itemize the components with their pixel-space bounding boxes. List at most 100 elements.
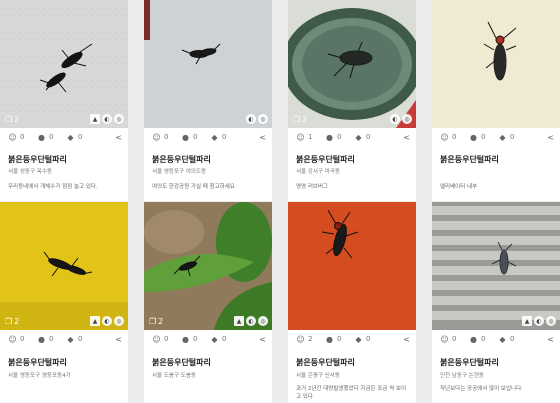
observation-card[interactable]: ▲ ◐ ◎ ☺ 0 ● 0 ◆ 0 < 붉은등우단털파리 인천 남동구 논현동 작년보다는… [432,202,560,403]
photos-icon: ❐ [149,317,157,326]
photo-badges: ◐ ◎ [390,114,412,124]
photos-icon: ❐ [293,115,301,124]
tag-stat[interactable]: ◆ 0 [498,133,527,142]
observation-card[interactable]: ☺ 2 ● 0 ◆ 0 < 붉은등우단털파리 서울 은평구 신사동 과거 2년간 대량… [288,202,416,403]
comment-icon: ● [38,334,45,344]
observation-photo[interactable]: ❐ 2 ▲ ◐ ◎ [144,202,272,330]
observation-photo[interactable] [432,0,560,128]
share-icon[interactable]: < [259,335,266,344]
user-icon: ☺ [440,132,449,142]
comment-icon: ● [470,132,477,142]
card-title[interactable]: 붉은등우단털파리 [440,154,499,165]
tag-stat[interactable]: ◆ 0 [66,133,95,142]
user-icon: ☺ [296,132,305,142]
card-location: 인천 남동구 논현동 [440,373,484,379]
observation-photo[interactable]: ❐ 2 ◐ ◎ [288,0,416,128]
card-title[interactable]: 붉은등우단털파리 [8,357,67,368]
tag-stat[interactable]: ◆ 0 [354,335,383,344]
tag-icon: ◆ [211,132,218,142]
card-location: 서울 도봉구 도봉동 [152,373,196,379]
tag-stat[interactable]: ◆ 0 [354,133,383,142]
photo-image [288,0,416,128]
observation-photo[interactable] [288,202,416,330]
tag-icon: ◆ [67,132,74,142]
share-icon[interactable]: < [403,335,410,344]
comment-stat[interactable]: ● 0 [325,133,354,142]
comment-icon: ● [182,334,189,344]
image-icon: ▲ [234,316,244,326]
comment-stat[interactable]: ● 0 [469,335,498,344]
card-location: 서울 은평구 신사동 [296,373,340,379]
user-icon: ☺ [152,132,161,142]
photo-image [432,0,560,128]
comment-stat[interactable]: ● 0 [181,133,210,142]
view-stat: ☺ 0 [8,132,25,142]
user-icon: ☺ [152,334,161,344]
moon-icon: ◐ [246,316,256,326]
tag-icon: ◆ [67,334,74,344]
card-title[interactable]: 붉은등우단털파리 [8,154,67,165]
observation-card[interactable]: ☺ 0 ● 0 ◆ 0 < 붉은등우단털파리 엘리베이터 내부 [432,0,560,201]
tag-icon: ◆ [355,334,362,344]
tag-stat[interactable]: ◆ 0 [210,133,239,142]
card-title[interactable]: 붉은등우단털파리 [296,154,355,165]
moon-icon: ◐ [390,114,400,124]
card-stats: ☺ 0 ● 0 ◆ 0 < [440,333,554,345]
observation-card[interactable]: ❐ 2 ◐ ◎ ☺ 1 ● 0 ◆ 0 < 붉은등우단털파리 서울 강서구 마곡동 영영 … [288,0,416,201]
view-stat: ☺ 1 [296,132,313,142]
comment-stat[interactable]: ● 0 [469,133,498,142]
card-title[interactable]: 붉은등우단털파리 [440,357,499,368]
photo-image [144,0,272,128]
share-icon[interactable]: < [547,133,554,142]
photos-icon: ❐ [5,115,13,124]
share-icon[interactable]: < [115,133,122,142]
comment-stat[interactable]: ● 0 [325,335,354,344]
card-location: 서울 성동구 옥수동 [8,169,52,175]
observation-photo[interactable]: ▲ ◐ ◎ [432,202,560,330]
card-stats: ☺ 0 ● 0 ◆ 0 < [152,131,266,143]
observation-card[interactable]: ◐ ◎ ☺ 0 ● 0 ◆ 0 < 붉은등우단털파리 서울 영등포구 여의도동 여의도 … [144,0,272,201]
tag-icon: ◆ [211,334,218,344]
view-stat: ☺ 0 [152,334,169,344]
tag-stat[interactable]: ◆ 0 [210,335,239,344]
card-description: 엘리베이터 내부 [440,184,478,190]
observation-card[interactable]: ❐ 2 ▲ ◐ ◎ ☺ 0 ● 0 ◆ 0 < 붉은등우단털파리 서울 영등포구 영등포동4… [0,202,128,403]
observation-photo[interactable]: ❐ 2 ▲ ◐ ◎ [0,0,128,128]
photo-badges: ▲ ◐ ◎ [522,316,556,326]
comment-stat[interactable]: ● 0 [181,335,210,344]
card-title[interactable]: 붉은등우단털파리 [152,154,211,165]
card-description: 작년보다는 공공에서 많이 보입니다. [440,386,523,392]
card-stats: ☺ 0 ● 0 ◆ 0 < [440,131,554,143]
share-icon[interactable]: < [547,335,554,344]
photo-badges: ▲ ◐ ◎ [90,114,124,124]
image-icon: ▲ [90,114,100,124]
observation-photo[interactable]: ◐ ◎ [144,0,272,128]
observation-photo[interactable]: ❐ 2 ▲ ◐ ◎ [0,202,128,330]
comment-icon: ● [470,334,477,344]
card-title[interactable]: 붉은등우단털파리 [152,357,211,368]
photos-icon: ❐ [5,317,13,326]
share-icon[interactable]: < [403,133,410,142]
globe-icon: ◎ [546,316,556,326]
image-icon: ▲ [522,316,532,326]
card-stats: ☺ 1 ● 0 ◆ 0 < [296,131,410,143]
share-icon[interactable]: < [259,133,266,142]
comment-stat[interactable]: ● 0 [37,133,66,142]
tag-stat[interactable]: ◆ 0 [66,335,95,344]
user-icon: ☺ [8,132,17,142]
globe-icon: ◎ [402,114,412,124]
comment-icon: ● [326,132,333,142]
tag-icon: ◆ [499,132,506,142]
tag-stat[interactable]: ◆ 0 [498,335,527,344]
comment-stat[interactable]: ● 0 [37,335,66,344]
tag-icon: ◆ [355,132,362,142]
moon-icon: ◐ [534,316,544,326]
card-title[interactable]: 붉은등우단털파리 [296,357,355,368]
observation-card[interactable]: ❐ 2 ▲ ◐ ◎ ☺ 0 ● 0 ◆ 0 < 붉은등우단털파리 서울 성동구 옥수동 우리… [0,0,128,201]
user-icon: ☺ [296,334,305,344]
share-icon[interactable]: < [115,335,122,344]
globe-icon: ◎ [258,316,268,326]
globe-icon: ◎ [114,114,124,124]
observation-card[interactable]: ❐ 2 ▲ ◐ ◎ ☺ 0 ● 0 ◆ 0 < 붉은등우단털파리 서울 도봉구 도봉동 [144,202,272,403]
moon-icon: ◐ [102,316,112,326]
